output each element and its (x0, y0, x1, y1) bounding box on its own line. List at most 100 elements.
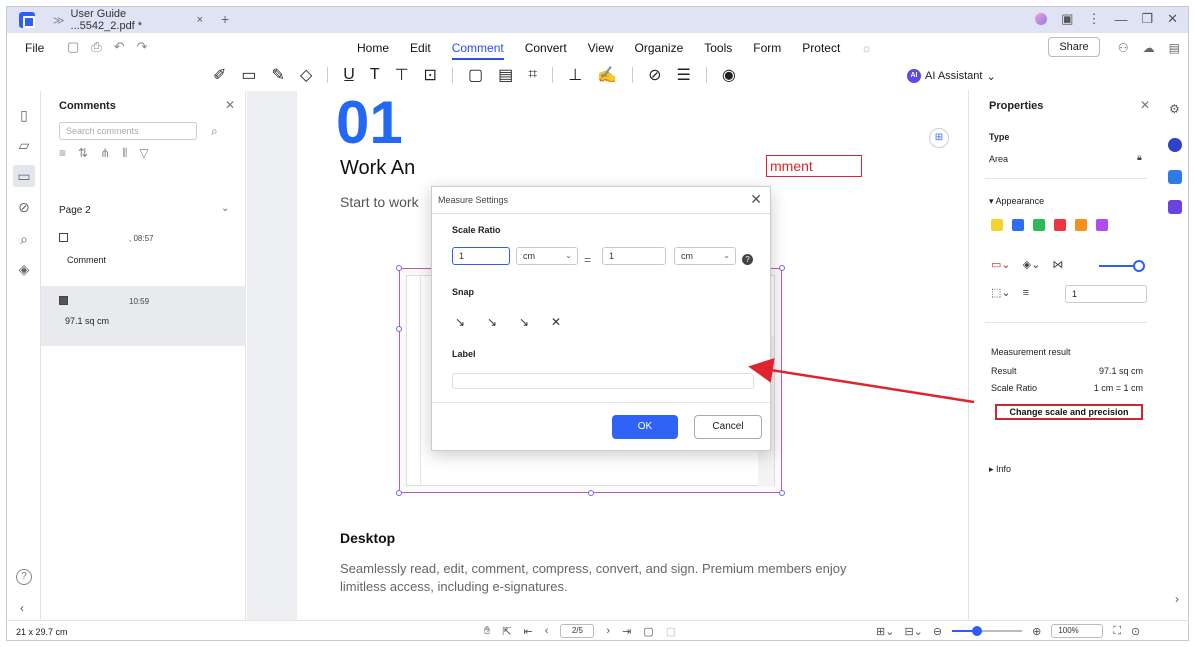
scale-left-unit-select[interactable]: cm ⌄ (516, 247, 578, 265)
share-button[interactable]: Share (1048, 37, 1100, 57)
lock-icon[interactable]: 🔒︎ (1137, 152, 1142, 163)
snap-endpoint-icon[interactable]: ↘ (452, 314, 468, 330)
scale-left-input[interactable]: 1 (452, 247, 510, 265)
print-icon[interactable]: ⎙ (91, 39, 101, 55)
menu-organize[interactable]: Organize (635, 41, 684, 60)
textbox-icon[interactable]: ⊤ (395, 65, 409, 85)
menu-protect[interactable]: Protect (802, 41, 840, 60)
collapse-left-icon[interactable]: ‹ (20, 601, 24, 615)
save-icon[interactable]: ▢ (67, 39, 79, 55)
fit-icon[interactable]: ⊙ (1131, 625, 1140, 638)
ai-assistant-button[interactable]: AI AI Assistant ⌄ (907, 69, 996, 83)
menu-convert[interactable]: Convert (525, 41, 567, 60)
snap-midpoint-icon[interactable]: ↘ (484, 314, 500, 330)
resize-handle[interactable] (396, 265, 402, 271)
page-group-label[interactable]: Page 2 (59, 205, 91, 216)
fullscreen-icon[interactable]: ⛶ (1113, 625, 1121, 638)
tab-close-icon[interactable]: × (197, 14, 203, 26)
lightbulb-icon[interactable]: ☼ (861, 41, 872, 60)
red-annotation-box[interactable]: mment (766, 155, 862, 177)
undo-icon[interactable]: ↶ (114, 39, 125, 55)
select-tool-icon[interactable]: ⇱ (502, 625, 511, 638)
column-icon[interactable]: ⦀ (122, 146, 127, 161)
appearance-section[interactable]: ▾ Appearance (989, 196, 1044, 207)
area-highlight-icon[interactable]: ▭ (241, 65, 256, 85)
help-icon[interactable]: ? (16, 569, 32, 585)
color-swatch[interactable] (991, 219, 1003, 231)
scale-right-input[interactable]: 1 (602, 247, 666, 265)
scale-right-unit-select[interactable]: cm ⌄ (674, 247, 736, 265)
sort-icon[interactable]: ≡ (59, 146, 66, 161)
resize-handle[interactable] (588, 490, 594, 496)
translate-rail-icon[interactable] (1168, 170, 1182, 184)
view-mode-icon[interactable]: ⊞⌄ (876, 625, 894, 638)
document-tab[interactable]: ≫ User Guide ...5542_2.pdf * × (53, 8, 203, 32)
label-input[interactable] (452, 373, 754, 389)
page-number-input[interactable]: 2/5 (560, 624, 595, 638)
chat-bot-icon[interactable] (1168, 138, 1182, 152)
zoom-select[interactable]: 100% (1051, 624, 1104, 638)
zoom-slider-thumb[interactable] (971, 626, 982, 636)
close-icon[interactable]: ✕ (225, 98, 235, 112)
resize-handle[interactable] (396, 326, 402, 332)
redo-icon[interactable]: ↷ (137, 39, 148, 55)
shape-icon[interactable]: ▢ (468, 65, 483, 85)
note-icon[interactable]: ▤ (498, 65, 513, 85)
sort-az-icon[interactable]: ⇅ (78, 146, 88, 161)
minimize-icon[interactable]: — (1114, 12, 1127, 27)
callout-icon[interactable]: ⊡ (424, 65, 437, 85)
close-icon[interactable]: ✕ (1140, 98, 1150, 112)
snap-path-icon[interactable]: ↘ (516, 314, 532, 330)
measure-icon[interactable]: ⌗ (528, 66, 537, 84)
more-icon[interactable]: ⋮ (1087, 11, 1100, 27)
add-tab-button[interactable]: + (221, 11, 229, 27)
help-icon[interactable]: ? (742, 254, 753, 265)
info-section[interactable]: ▸ Info (989, 464, 1011, 475)
layers-icon[interactable]: ◈ (16, 261, 32, 277)
first-page-icon[interactable]: ⇤ (524, 625, 533, 638)
zoom-out-icon[interactable]: ⊖ (933, 625, 942, 638)
bookmark-icon[interactable]: ▱ (16, 137, 32, 153)
list-icon[interactable]: ☰ (676, 65, 690, 85)
layout-icon[interactable]: ⊟⌄ (904, 625, 922, 638)
eye-icon[interactable]: ◉ (722, 65, 736, 85)
prev-page-icon[interactable]: ‹ (545, 625, 549, 637)
cloud-icon[interactable]: ☁ (1143, 41, 1155, 55)
cancel-button[interactable]: Cancel (694, 415, 762, 439)
people-icon[interactable]: ⚇ (1118, 41, 1129, 55)
translate-icon[interactable]: ⊞ (929, 128, 949, 148)
search-comments-input[interactable]: Search comments (59, 122, 197, 140)
chevron-down-icon[interactable]: ⌄ (221, 203, 229, 214)
fit-page-icon[interactable]: ▢ (643, 625, 653, 638)
color-swatch[interactable] (1012, 219, 1024, 231)
comment-item[interactable]: , 08:57 Comment (41, 229, 246, 279)
user-filter-icon[interactable]: ⋔ (100, 146, 110, 161)
highlight-icon[interactable]: ✐ (213, 65, 226, 85)
menu-home[interactable]: Home (357, 41, 389, 60)
last-page-icon[interactable]: ⇥ (622, 625, 631, 638)
underline-icon[interactable]: U̲ (343, 66, 355, 84)
pencil-icon[interactable]: ✎ (272, 65, 285, 85)
hand-tool-icon[interactable]: ✋︎ (484, 625, 490, 638)
attachment-icon[interactable]: ⊘ (648, 65, 661, 85)
attachment-rail-icon[interactable]: ⊘ (16, 199, 32, 215)
menu-edit[interactable]: Edit (410, 41, 431, 60)
stamp-icon[interactable]: ⊥ (568, 65, 582, 85)
search-rail-icon[interactable]: ⌕ (16, 231, 32, 247)
line-style-icon[interactable]: ⬚⌄ (991, 286, 1011, 299)
change-scale-button[interactable]: Change scale and precision (995, 404, 1143, 420)
menu-form[interactable]: Form (753, 41, 781, 60)
color-swatch[interactable] (1096, 219, 1108, 231)
text-icon[interactable]: T (370, 66, 380, 84)
page-icon[interactable]: ▯ (16, 107, 32, 123)
properties-rail-icon[interactable]: ⚙ (1169, 102, 1180, 116)
summary-icon[interactable] (1168, 200, 1182, 214)
resize-handle[interactable] (396, 490, 402, 496)
ok-button[interactable]: OK (612, 415, 678, 439)
color-swatch[interactable] (1075, 219, 1087, 231)
filter-icon[interactable]: ▽ (139, 146, 148, 161)
file-menu[interactable]: File (25, 41, 44, 55)
zoom-in-icon[interactable]: ⊕ (1032, 625, 1041, 638)
panel-icon[interactable]: ▤ (1169, 41, 1180, 55)
menu-tools[interactable]: Tools (704, 41, 732, 60)
